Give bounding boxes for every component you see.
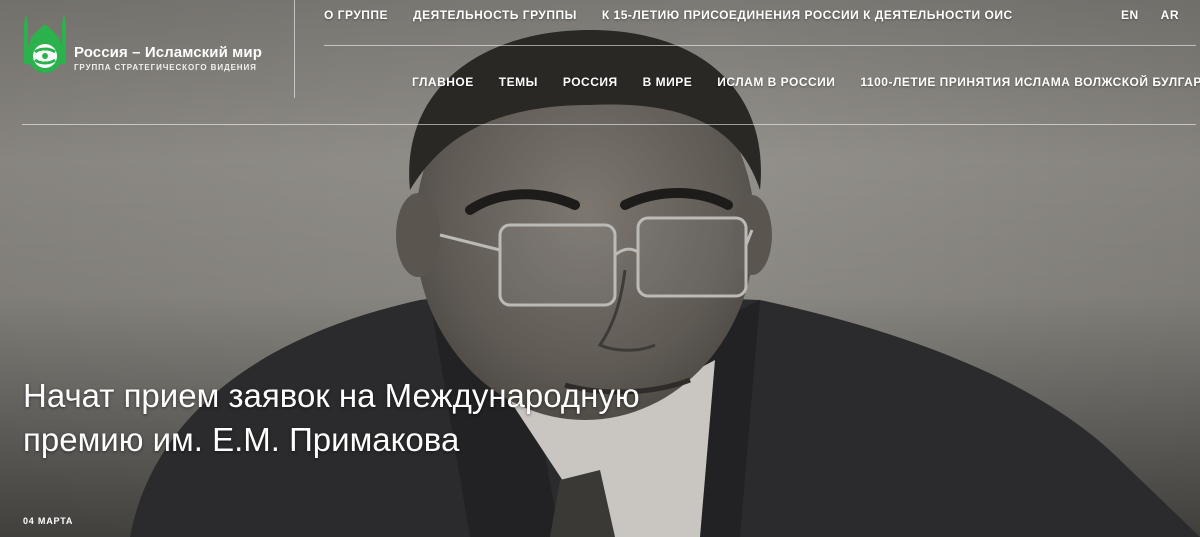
hero-headline[interactable]: Начат прием заявок на Международную прем… xyxy=(23,374,643,462)
hero-date: 04 МАРТА xyxy=(23,516,74,526)
main-nav-russia[interactable]: РОССИЯ xyxy=(563,75,618,89)
top-nav-about[interactable]: О ГРУППЕ xyxy=(324,8,388,22)
main-nav-topics[interactable]: ТЕМЫ xyxy=(499,75,538,89)
mosque-emblem-icon xyxy=(24,14,66,73)
site-logo[interactable]: Россия – Исламский мир ГРУППА СТРАТЕГИЧЕ… xyxy=(22,10,282,85)
brand-subtitle: ГРУППА СТРАТЕГИЧЕСКОГО ВИДЕНИЯ xyxy=(74,63,257,72)
main-nav-home[interactable]: ГЛАВНОЕ xyxy=(412,75,474,89)
lang-en[interactable]: EN xyxy=(1121,8,1139,22)
main-nav-divider xyxy=(22,124,1196,125)
top-nav-divider xyxy=(324,45,1196,46)
main-nav-world[interactable]: В МИРЕ xyxy=(643,75,693,89)
main-nav-islam-in-russia[interactable]: ИСЛАМ В РОССИИ xyxy=(717,75,835,89)
top-nav-activity[interactable]: ДЕЯТЕЛЬНОСТЬ ГРУППЫ xyxy=(413,8,577,22)
top-nav: О ГРУППЕ ДЕЯТЕЛЬНОСТЬ ГРУППЫ К 15-ЛЕТИЮ … xyxy=(324,8,1038,22)
language-switcher: EN AR xyxy=(1121,8,1200,22)
main-nav: ГЛАВНОЕ ТЕМЫ РОССИЯ В МИРЕ ИСЛАМ В РОССИ… xyxy=(412,75,1200,89)
header-vertical-divider xyxy=(294,0,295,98)
main-nav-bulgaria-anniversary[interactable]: 1100-ЛЕТИЕ ПРИНЯТИЯ ИСЛАМА ВОЛЖСКОЙ БУЛГ… xyxy=(860,75,1200,89)
lang-ar[interactable]: AR xyxy=(1161,8,1179,22)
brand-title: Россия – Исламский мир xyxy=(74,44,262,61)
top-nav-oic-anniversary[interactable]: К 15-ЛЕТИЮ ПРИСОЕДИНЕНИЯ РОССИИ К ДЕЯТЕЛ… xyxy=(602,8,1013,22)
